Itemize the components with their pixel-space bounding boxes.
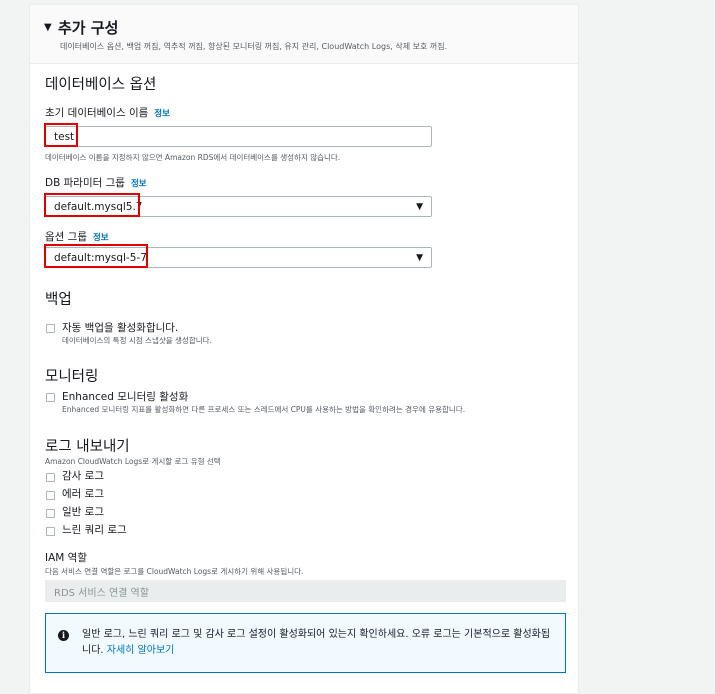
info-link[interactable]: 정보 [154, 109, 170, 119]
info-link[interactable]: 정보 [131, 179, 147, 189]
slow-query-log-checkbox[interactable] [46, 527, 55, 536]
monitoring-heading: 모니터링 [45, 369, 99, 385]
param-group-select[interactable]: default.mysql5.7 ▼ [45, 196, 432, 217]
param-group-label-text: DB 파라미터 그룹 [45, 177, 125, 189]
audit-log-checkbox[interactable] [46, 473, 55, 482]
info-link[interactable]: 정보 [93, 233, 109, 243]
initial-db-name-value: test [54, 130, 75, 143]
option-group-select[interactable]: default:mysql-5-7 ▼ [45, 247, 432, 268]
db-options-heading: 데이터베이스 옵션 [45, 77, 157, 93]
error-log-checkbox[interactable] [46, 491, 55, 500]
enhanced-monitoring-desc: Enhanced 모니터링 지표를 활성화하면 다른 프로세스 또는 스레드에서… [62, 405, 466, 414]
initial-db-name-label-text: 초기 데이터베이스 이름 [45, 107, 149, 119]
iam-role-label: IAM 역할 [45, 552, 87, 564]
general-log-label: 일반 로그 [62, 506, 104, 518]
slow-query-log-label: 느린 쿼리 로그 [62, 524, 127, 536]
enhanced-monitoring-checkbox[interactable] [46, 393, 55, 402]
log-export-heading: 로그 내보내기 [45, 439, 130, 455]
initial-db-name-input[interactable]: test [45, 126, 432, 147]
dropdown-arrow-icon: ▼ [416, 201, 423, 212]
backup-heading: 백업 [45, 292, 72, 308]
initial-db-name-label: 초기 데이터베이스 이름 정보 [45, 105, 170, 120]
section-header[interactable]: ▼ 추가 구성 데이터베이스 옵션, 백업 꺼짐, 역추적 꺼짐, 향상된 모니… [30, 5, 578, 64]
auto-backup-desc: 데이터베이스의 특정 시점 스냅샷을 생성합니다. [62, 336, 212, 345]
log-export-desc: Amazon CloudWatch Logs로 게시할 로그 유형 선택 [45, 457, 221, 466]
error-log-label: 에러 로그 [62, 488, 104, 500]
iam-role-value: RDS 서비스 연결 역할 [54, 587, 149, 599]
initial-db-name-hint: 데이터베이스 이름을 지정하지 않으면 Amazon RDS에서 데이터베이스를… [45, 153, 341, 162]
caret-down-icon[interactable]: ▼ [44, 22, 52, 33]
param-group-label: DB 파라미터 그룹 정보 [45, 175, 147, 190]
section-description: 데이터베이스 옵션, 백업 꺼짐, 역추적 꺼짐, 향상된 모니터링 꺼짐, 유… [60, 42, 448, 51]
auto-backup-label: 자동 백업을 활성화합니다. [62, 322, 179, 334]
learn-more-link[interactable]: 자세히 알아보기 [107, 645, 175, 656]
additional-config-panel: ▼ 추가 구성 데이터베이스 옵션, 백업 꺼짐, 역추적 꺼짐, 향상된 모니… [29, 4, 579, 694]
dropdown-arrow-icon: ▼ [416, 252, 423, 263]
enhanced-monitoring-label: Enhanced 모니터링 활성화 [62, 391, 189, 403]
audit-log-label: 감사 로그 [62, 470, 104, 482]
general-log-checkbox[interactable] [46, 509, 55, 518]
option-group-label-text: 옵션 그룹 [45, 231, 87, 243]
info-alert: i 일반 로그, 느린 쿼리 로그 및 감사 로그 설정이 활성화되어 있는지 … [45, 613, 566, 673]
option-group-label: 옵션 그룹 정보 [45, 229, 109, 244]
auto-backup-checkbox[interactable] [46, 324, 55, 333]
info-icon: i [58, 630, 69, 641]
iam-role-field: RDS 서비스 연결 역할 [45, 580, 566, 602]
iam-role-desc: 다음 서비스 연결 역할은 로그를 CloudWatch Logs로 게시하기 … [45, 567, 304, 576]
param-group-value: default.mysql5.7 [54, 200, 143, 213]
alert-text: 일반 로그, 느린 쿼리 로그 및 감사 로그 설정이 활성화되어 있는지 확인… [82, 627, 557, 659]
section-title: 추가 구성 [58, 19, 119, 37]
option-group-value: default:mysql-5-7 [54, 251, 147, 264]
